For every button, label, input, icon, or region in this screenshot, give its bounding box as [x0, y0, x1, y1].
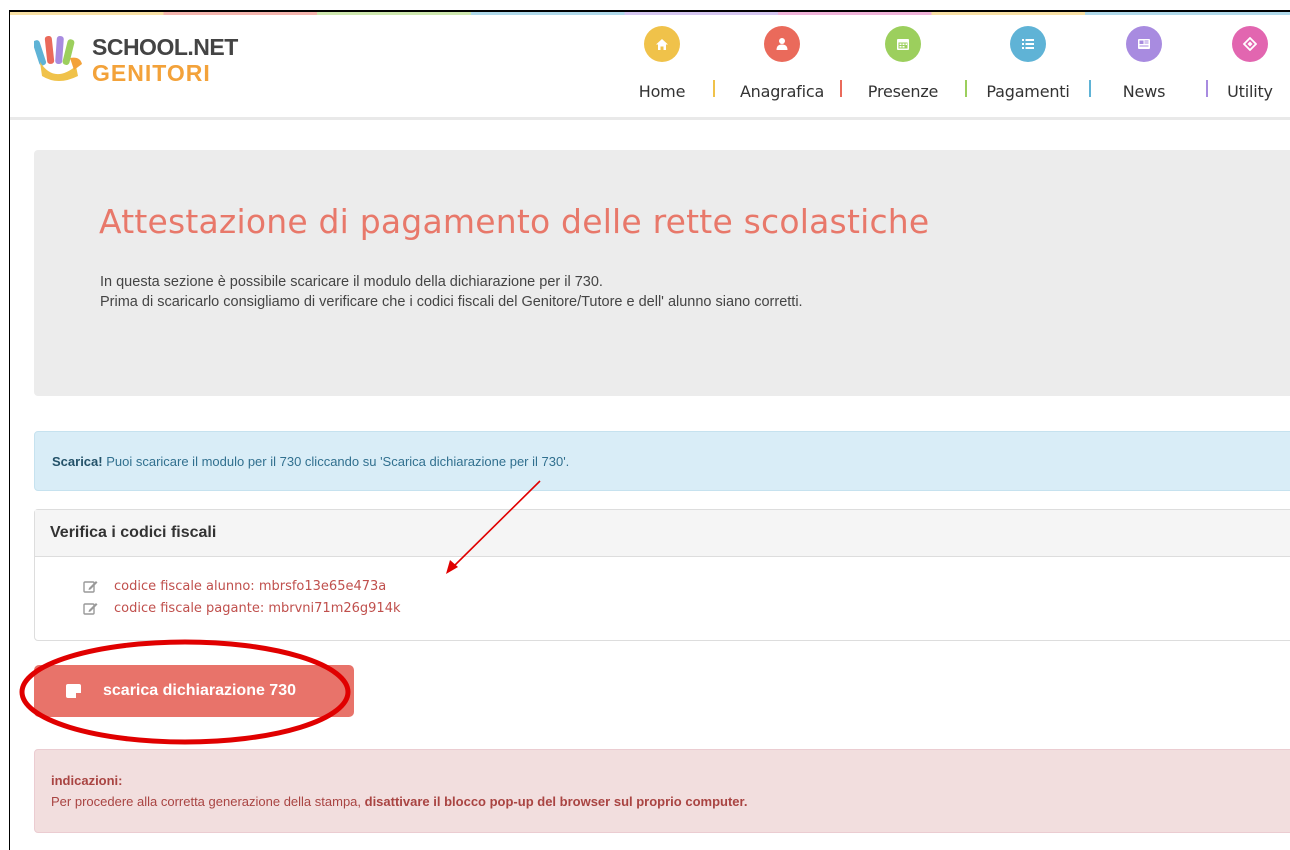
intro-line-1: In questa sezione è possibile scaricare … [100, 274, 603, 290]
browser-viewport: SCHOOL.NET GENITORI Home Anagrafica Pres… [9, 10, 1290, 850]
instructions-body: Per procedere alla corretta generazione … [51, 791, 1287, 812]
home-icon [644, 26, 680, 62]
instructions-text: Per procedere alla corretta generazione … [51, 794, 365, 809]
intro-line-2: Prima di scaricarlo consigliamo di verif… [100, 294, 803, 310]
panel-body: codice fiscale alunno: mbrsfo13e65e473a … [35, 557, 1290, 619]
newspaper-icon [1126, 26, 1162, 62]
nav-presenze[interactable]: Presenze [853, 26, 953, 116]
nav-label-pagamenti: Pagamenti [986, 82, 1070, 101]
nav-pagamenti[interactable]: Pagamenti [972, 26, 1084, 116]
download-info-alert: Scarica! Puoi scaricare il modulo per il… [34, 431, 1290, 491]
nav-anagrafica[interactable]: Anagrafica [726, 26, 838, 116]
nav-label-utility: Utility [1227, 82, 1273, 101]
calendar-icon [885, 26, 921, 62]
nav-separator [965, 80, 967, 97]
instructions-strong: disattivare il blocco pop-up del browser… [364, 794, 748, 809]
download-730-button[interactable]: scarica dichiarazione 730 [34, 665, 354, 717]
cf-pagante-text: codice fiscale pagante: mbrvni71m26g914k [114, 600, 401, 616]
nav-utility[interactable]: Utility [1215, 26, 1285, 116]
panel-heading: Verifica i codici fiscali [35, 510, 1290, 557]
instructions-title: indicazioni: [51, 773, 123, 788]
page-intro: Attestazione di pagamento delle rette sc… [34, 150, 1290, 396]
diamond-icon [1232, 26, 1268, 62]
page-title: Attestazione di pagamento delle rette sc… [99, 202, 930, 241]
nav-label-news: News [1122, 82, 1166, 101]
edit-icon [83, 580, 98, 593]
nav-label-presenze: Presenze [867, 82, 939, 101]
codici-fiscali-panel: Verifica i codici fiscali codice fiscale… [34, 509, 1290, 641]
list-icon [1010, 26, 1046, 62]
edit-icon [83, 602, 98, 615]
nav-label-home: Home [638, 82, 686, 101]
nav-news[interactable]: News [1104, 26, 1184, 116]
nav-separator [840, 80, 842, 97]
user-icon [764, 26, 800, 62]
nav-home[interactable]: Home [622, 26, 702, 116]
intro-text: In questa sezione è possibile scaricare … [100, 272, 803, 312]
download-730-label: scarica dichiarazione 730 [103, 682, 296, 699]
cf-alunno-text: codice fiscale alunno: mbrsfo13e65e473a [114, 578, 387, 594]
nav-label-anagrafica: Anagrafica [739, 82, 825, 101]
site-header: SCHOOL.NET GENITORI Home Anagrafica Pres… [10, 12, 1290, 120]
nav-separator [1089, 80, 1091, 97]
file-icon [66, 684, 81, 698]
cf-alunno-link[interactable]: codice fiscale alunno: mbrsfo13e65e473a [83, 575, 1290, 597]
alert-info-text: Puoi scaricare il modulo per il 730 clic… [102, 453, 570, 469]
main-nav: Home Anagrafica Presenze Pagamenti News … [10, 12, 1290, 112]
nav-separator [713, 80, 715, 97]
nav-separator [1206, 80, 1208, 97]
cf-pagante-link[interactable]: codice fiscale pagante: mbrvni71m26g914k [83, 597, 1290, 619]
alert-info-strong: Scarica! [52, 453, 103, 469]
instructions-alert: indicazioni: Per procedere alla corretta… [34, 749, 1290, 833]
